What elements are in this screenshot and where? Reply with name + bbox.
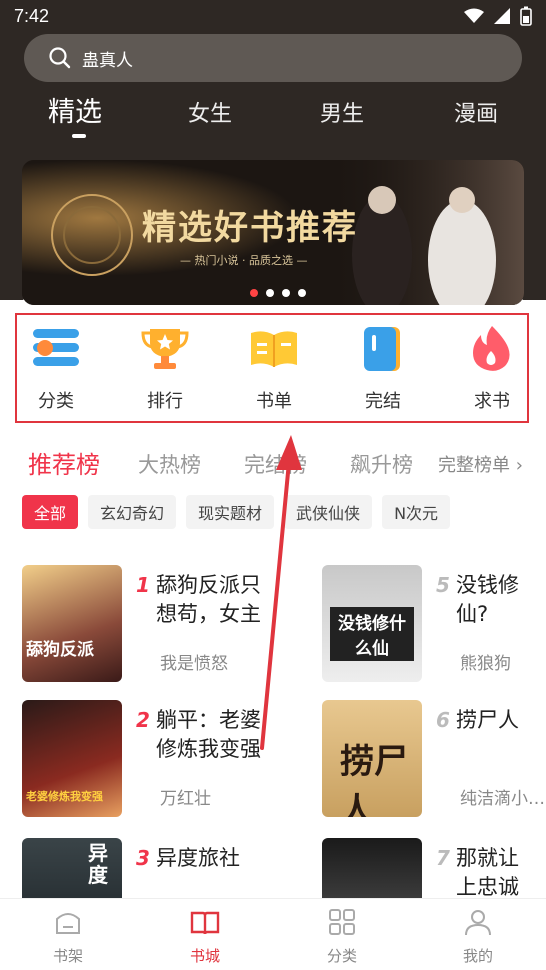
quick-action-completed[interactable]: 完结	[338, 315, 428, 413]
genre-filter: 全部 玄幻奇幻 现实题材 武侠仙侠 N次元	[22, 495, 451, 529]
open-book-icon	[190, 911, 220, 935]
quick-action-category[interactable]: 分类	[11, 315, 101, 413]
tab-female[interactable]: 女生	[188, 96, 232, 128]
trophy-icon	[141, 329, 189, 369]
book-author: 熊狼狗	[460, 654, 511, 674]
quick-action-booklist[interactable]: 书单	[229, 315, 319, 413]
book-rank: 2	[136, 708, 150, 732]
nav-label: 分类	[326, 947, 357, 965]
search-bar[interactable]: 蛊真人	[24, 34, 522, 82]
book-title: 捞尸人	[456, 708, 519, 732]
shelf-icon	[56, 913, 80, 934]
quick-action-label: 书单	[256, 391, 292, 412]
battery-icon	[520, 6, 532, 26]
wifi-icon	[464, 8, 484, 23]
nav-category[interactable]: 分类	[302, 907, 382, 966]
book-author: 我是愤怒	[160, 654, 228, 674]
pagination-dot[interactable]	[298, 289, 306, 297]
nav-label: 我的	[462, 947, 493, 965]
nav-bookshelf[interactable]: 书架	[28, 907, 108, 966]
cover-text: 没钱修什么仙	[330, 607, 414, 661]
book-rank: 6	[436, 708, 450, 732]
nav-profile[interactable]: 我的	[438, 907, 518, 966]
book-title: 那就让上忠诚	[456, 846, 519, 899]
search-placeholder: 蛊真人	[82, 50, 133, 71]
nav-bookstore[interactable]: 书城	[165, 907, 245, 966]
tab-rising[interactable]: 飙升榜	[350, 449, 413, 479]
cover-text: 舔狗反派	[26, 640, 94, 660]
book-title: 没钱修仙?	[456, 573, 519, 626]
tab-comics[interactable]: 漫画	[454, 96, 498, 128]
book-rank: 5	[436, 573, 450, 597]
quick-action-label: 完结	[365, 391, 401, 412]
cover-text: 捞尸人	[340, 742, 408, 817]
chip-realistic[interactable]: 现实题材	[186, 495, 275, 529]
quick-actions: 分类 排行 书单 完结 求书	[15, 313, 529, 423]
ranking-tabs: 推荐榜 大热榜 完结榜 飙升榜 完整榜单 ›	[0, 445, 546, 481]
tab-featured[interactable]: 精选	[48, 90, 102, 129]
quick-action-label: 排行	[147, 391, 183, 412]
quick-action-ranking[interactable]: 排行	[120, 315, 210, 413]
signal-icon	[494, 8, 510, 24]
book-cover[interactable]: 没钱修什么仙	[322, 565, 422, 682]
book-cover[interactable]: 捞尸人	[322, 700, 422, 817]
book-item[interactable]: 老婆修炼我变强 2 躺平：老婆修炼我变强 万红壮	[22, 700, 272, 820]
book-title: 异度旅社	[156, 846, 240, 870]
tab-recommended[interactable]: 推荐榜	[28, 445, 100, 480]
tab-completed[interactable]: 完结榜	[244, 449, 307, 479]
tab-male[interactable]: 男生	[320, 96, 364, 128]
book-item[interactable]: 舔狗反派 1 舔狗反派只想苟，女主不… 我是愤怒	[22, 565, 272, 685]
banner-subtitle: — 热门小说 · 品质之选 —	[180, 254, 308, 267]
quick-action-request[interactable]: 求书	[447, 315, 537, 413]
book-title: 舔狗反派只想苟，女主不…	[156, 573, 261, 626]
pagination-dot[interactable]	[250, 289, 258, 297]
user-icon	[465, 910, 491, 936]
list-icon	[33, 329, 79, 366]
book-rank: 3	[136, 846, 150, 870]
book-icon	[251, 331, 297, 367]
bottom-navigation: 书架 书城 分类 我的	[0, 898, 546, 970]
tab-hot[interactable]: 大热榜	[138, 449, 201, 479]
status-time: 7:42	[14, 6, 50, 26]
quick-action-label: 求书	[474, 391, 510, 412]
full-ranking-link[interactable]: 完整榜单 ›	[438, 451, 523, 477]
nav-label: 书城	[189, 947, 220, 965]
chip-wuxia[interactable]: 武侠仙侠	[284, 495, 373, 529]
pagination-dot[interactable]	[266, 289, 274, 297]
search-icon	[49, 47, 71, 69]
grid-icon	[329, 909, 355, 935]
chip-all[interactable]: 全部	[22, 495, 79, 529]
chip-anime[interactable]: N次元	[382, 495, 451, 529]
banner-pagination	[22, 289, 524, 297]
book-item[interactable]: 捞尸人 6 捞尸人 纯洁滴小…	[322, 700, 546, 820]
status-bar: 7:42	[0, 0, 546, 32]
book-cover[interactable]: 舔狗反派	[22, 565, 122, 682]
book-rank: 1	[136, 573, 150, 597]
bookmark-icon	[364, 327, 400, 371]
book-rank: 7	[436, 846, 450, 870]
banner-title: 精选好书推荐	[142, 208, 358, 248]
book-cover[interactable]: 老婆修炼我变强	[22, 700, 122, 817]
book-item[interactable]: 没钱修什么仙 5 没钱修仙? 熊狼狗	[322, 565, 546, 685]
chip-fantasy[interactable]: 玄幻奇幻	[88, 495, 177, 529]
quick-action-label: 分类	[38, 391, 74, 412]
book-author: 万红壮	[160, 789, 211, 809]
tab-indicator	[72, 134, 86, 138]
pagination-dot[interactable]	[282, 289, 290, 297]
book-title: 躺平：老婆修炼我变强	[156, 708, 261, 761]
promo-banner[interactable]: 精选好书推荐 — 热门小说 · 品质之选 —	[22, 160, 524, 305]
cover-text: 异度	[88, 841, 108, 887]
top-tabs: 精选 女生 男生 漫画	[0, 90, 546, 140]
cover-text: 老婆修炼我变强	[26, 790, 103, 803]
book-author: 纯洁滴小…	[460, 789, 545, 809]
nav-label: 书架	[52, 947, 83, 965]
flame-icon	[473, 326, 510, 371]
